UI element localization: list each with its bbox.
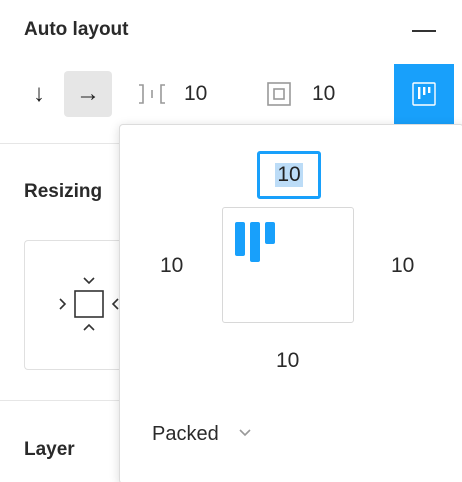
resizing-title: Resizing [24, 181, 103, 202]
resize-hug-icon [59, 277, 119, 331]
auto-layout-title: Auto layout [24, 19, 129, 40]
padding-popover: 10 10 10 10 Packed [119, 124, 462, 482]
align-top-left-icon [412, 82, 436, 106]
minus-icon[interactable] [412, 30, 436, 32]
distribution-dropdown[interactable]: Packed [152, 423, 219, 446]
padding-bottom-input[interactable]: 10 [276, 349, 299, 373]
padding-right-input[interactable]: 10 [391, 254, 414, 278]
padding-left-input[interactable]: 10 [160, 254, 183, 278]
chevron-down-icon[interactable] [238, 425, 252, 439]
item-spacing-input[interactable]: 10 [184, 82, 207, 106]
design-panel: Auto layout ↓ → 10 10 Resizing Layer 10 … [0, 0, 462, 482]
padding-top-input[interactable]: 10 [257, 151, 321, 199]
preview-bar [250, 222, 260, 262]
layer-title: Layer [24, 439, 75, 460]
direction-horizontal-button[interactable]: → [64, 71, 112, 117]
padding-input[interactable]: 10 [312, 82, 335, 106]
padding-icon [267, 82, 291, 106]
padding-top-value: 10 [275, 163, 303, 187]
alignment-button[interactable] [394, 64, 454, 124]
arrow-down-icon: ↓ [33, 80, 45, 107]
direction-vertical-button[interactable]: ↓ [15, 71, 63, 117]
section-divider [0, 400, 120, 401]
alignment-preview[interactable] [222, 207, 354, 323]
preview-bar [265, 222, 275, 244]
item-spacing-icon [139, 84, 165, 104]
preview-bar [235, 222, 245, 256]
section-divider [0, 143, 120, 144]
arrow-right-icon: → [76, 80, 100, 107]
